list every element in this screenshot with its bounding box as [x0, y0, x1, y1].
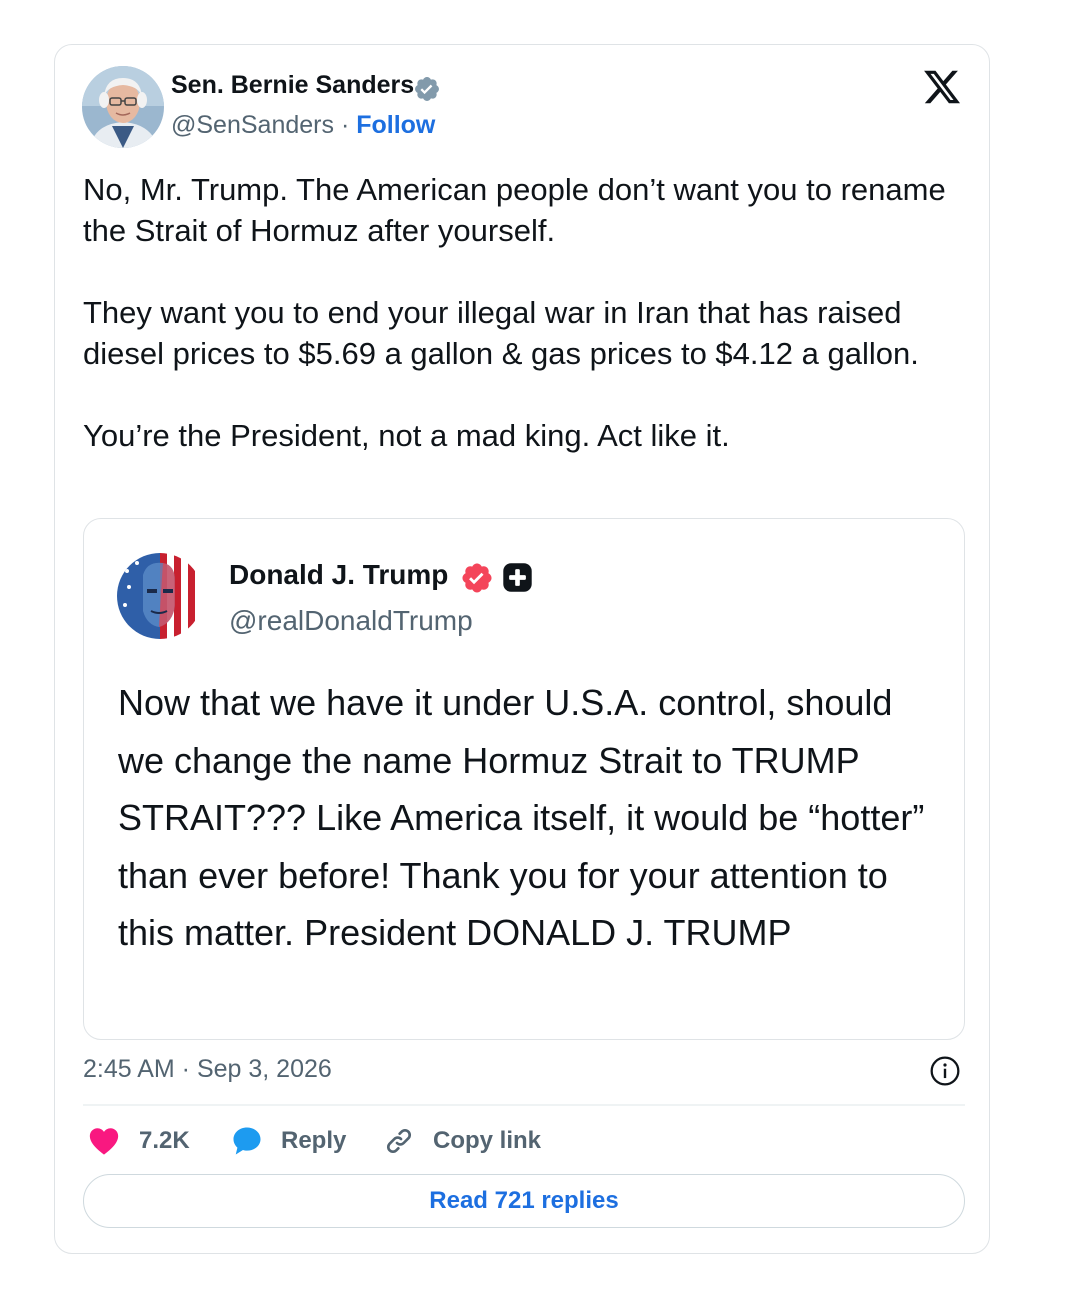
tweet-paragraph: No, Mr. Trump. The American people don’t… — [83, 172, 946, 248]
author-handle-line: @SenSanders · Follow — [171, 111, 435, 140]
heart-icon — [87, 1124, 121, 1158]
quoted-post[interactable]: Donald J. Trump @realDonaldTrump Now tha… — [83, 518, 965, 1040]
x-logo-icon[interactable] — [922, 67, 962, 107]
author-name[interactable]: Sen. Bernie Sanders — [171, 71, 414, 100]
verified-badge-icon — [460, 561, 494, 595]
quoted-author-avatar[interactable] — [117, 553, 203, 639]
timestamp[interactable]: 2:45 AM · Sep 3, 2026 — [83, 1055, 332, 1084]
reply-bubble-icon — [229, 1123, 265, 1159]
reply-button[interactable]: Reply — [229, 1121, 346, 1161]
tweet-paragraph: You’re the President, not a mad king. Ac… — [83, 418, 730, 453]
link-icon — [383, 1125, 415, 1157]
follow-button[interactable]: Follow — [356, 111, 435, 139]
embedded-tweet-card: Sen. Bernie Sanders @SenSanders · Follow… — [54, 44, 990, 1254]
reply-label: Reply — [281, 1127, 347, 1154]
info-icon[interactable] — [929, 1055, 961, 1087]
author-handle[interactable]: @SenSanders — [171, 111, 334, 139]
tweet-text: No, Mr. Trump. The American people don’t… — [83, 169, 973, 497]
quoted-author-handle[interactable]: @realDonaldTrump — [229, 605, 473, 637]
handle-separator: · — [340, 111, 350, 139]
read-replies-button[interactable]: Read 721 replies — [83, 1174, 965, 1228]
author-avatar[interactable] — [82, 66, 164, 148]
truth-plus-badge-icon — [502, 562, 533, 593]
tweet-paragraph: They want you to end your illegal war in… — [83, 295, 919, 371]
divider — [83, 1104, 965, 1106]
copy-link-button[interactable]: Copy link — [383, 1121, 541, 1161]
verified-badge-icon — [413, 75, 441, 103]
quoted-author-name[interactable]: Donald J. Trump — [229, 559, 448, 591]
copy-link-label: Copy link — [433, 1127, 542, 1154]
like-count: 7.2K — [139, 1127, 190, 1154]
quoted-post-text: Now that we have it under U.S.A. control… — [118, 682, 925, 953]
like-button[interactable]: 7.2K — [87, 1121, 190, 1161]
